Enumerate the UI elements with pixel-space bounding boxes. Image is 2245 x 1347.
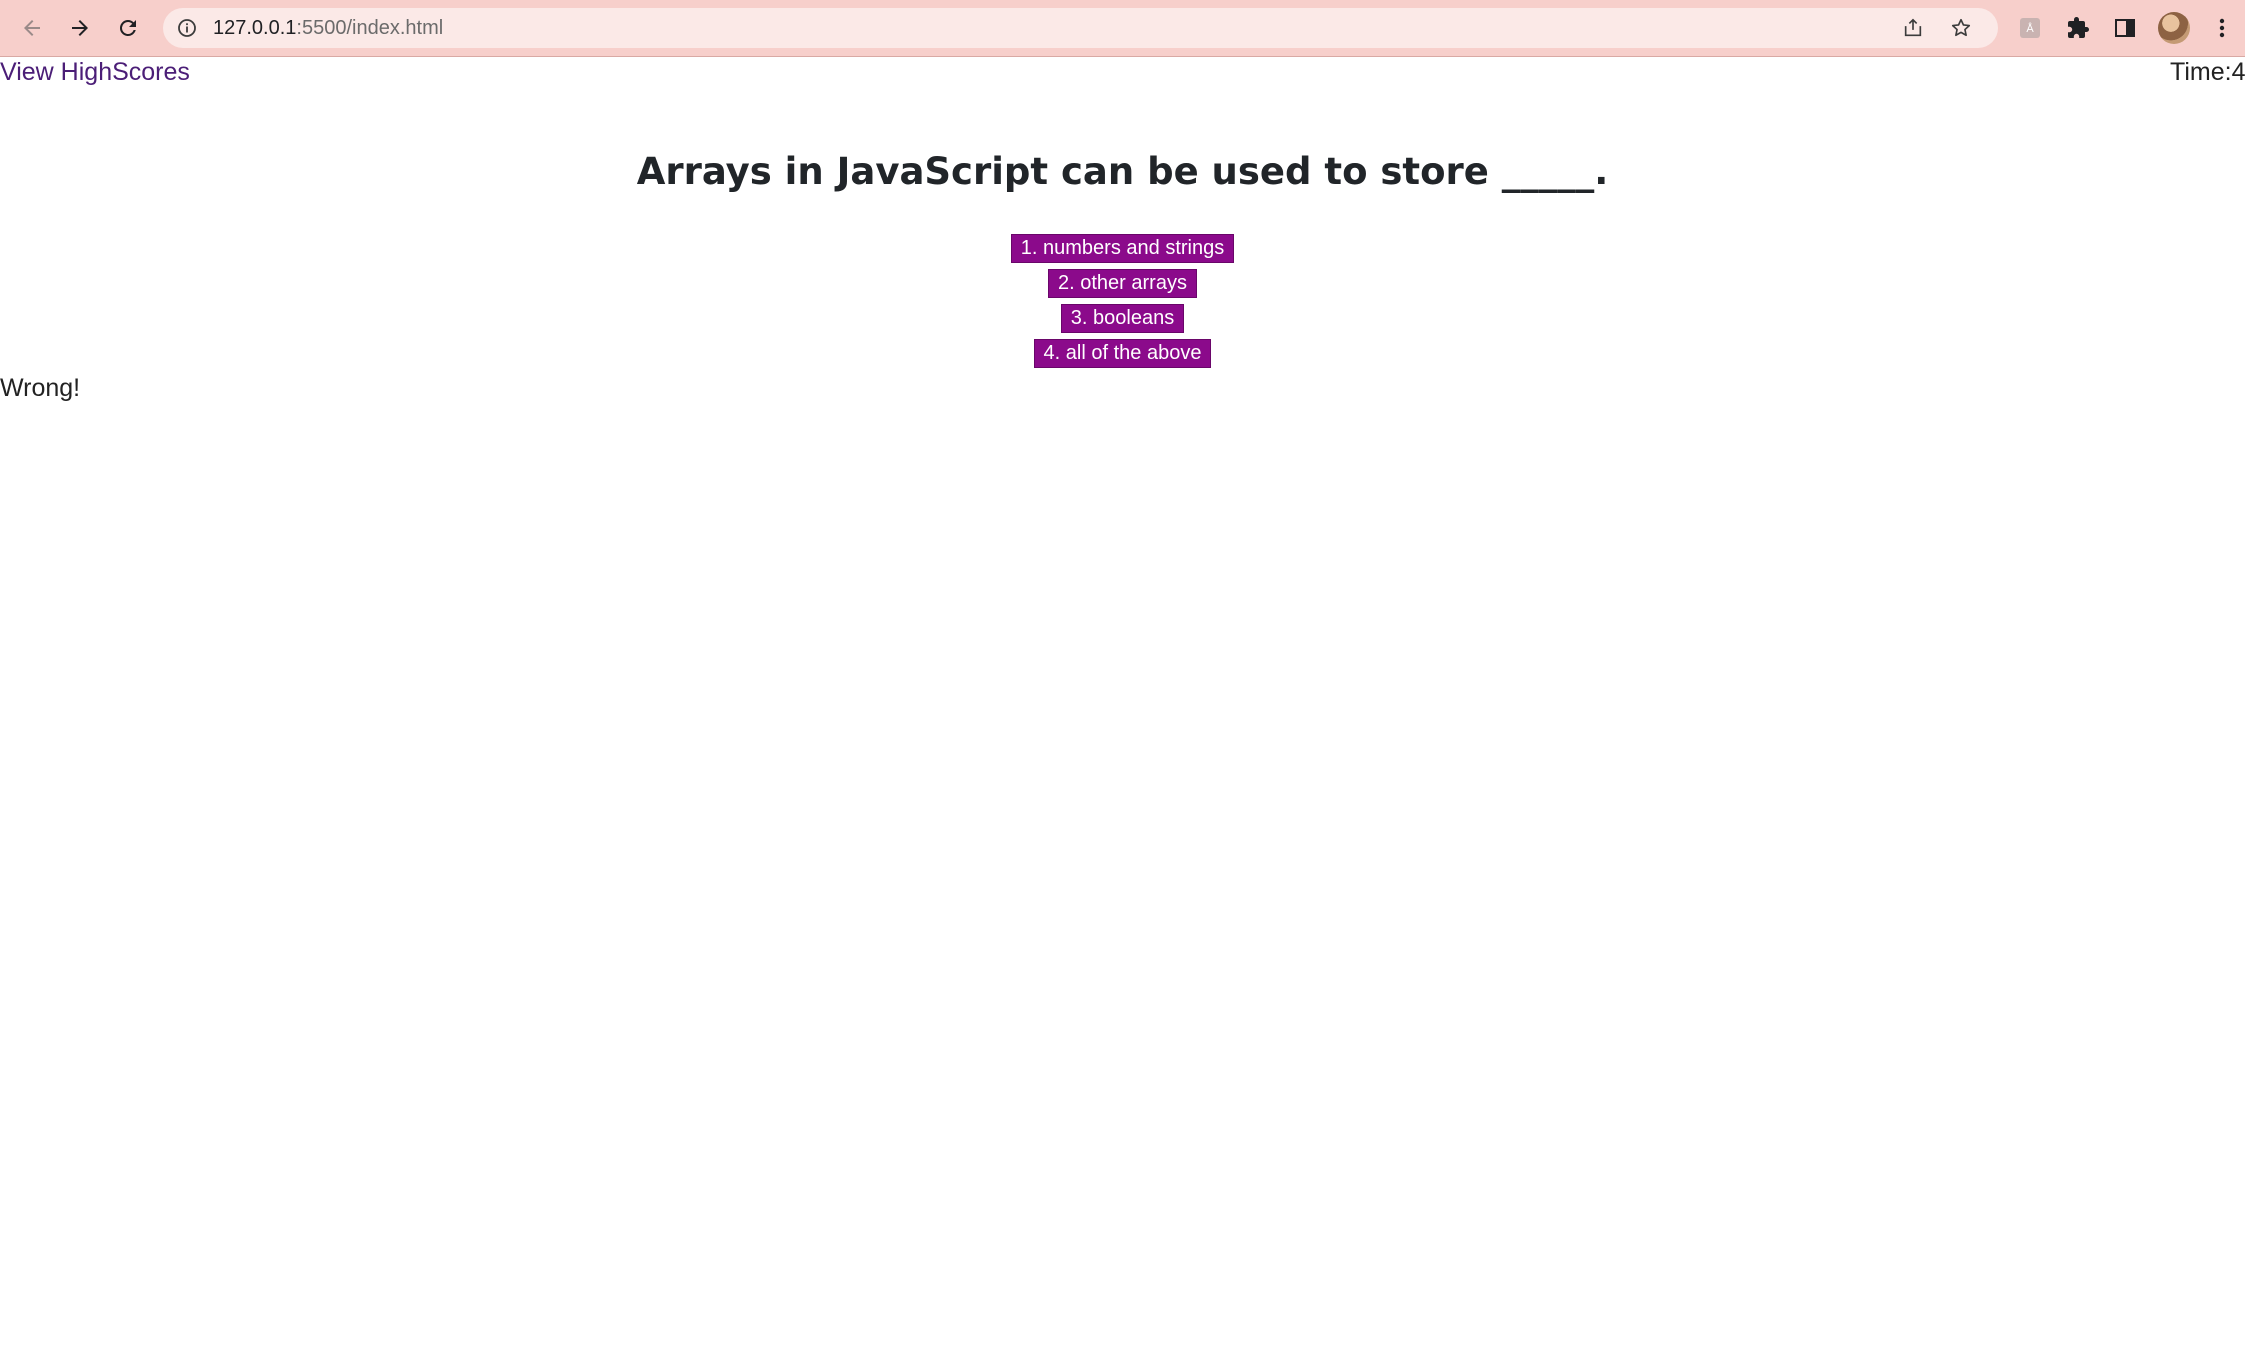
url-text[interactable]: 127.0.0.1:5500/index.html <box>213 8 443 48</box>
question-title: Arrays in JavaScript can be used to stor… <box>636 150 1609 193</box>
url-path: :5500/index.html <box>296 17 444 39</box>
extensions-menu-button[interactable] <box>2064 14 2092 42</box>
profile-avatar[interactable] <box>2158 12 2190 44</box>
browser-menu-button[interactable] <box>2208 14 2236 42</box>
answer-feedback: Wrong! <box>0 374 81 402</box>
view-highscores-link[interactable]: View HighScores <box>0 58 190 87</box>
back-button[interactable] <box>14 10 50 46</box>
forward-button[interactable] <box>62 10 98 46</box>
choice-button-3[interactable]: 3. booleans <box>1060 304 1185 333</box>
extension-button[interactable]: Å <box>2016 14 2044 42</box>
menu-icon <box>2219 18 2225 38</box>
side-panel-button[interactable] <box>2111 14 2139 42</box>
svg-text:Å: Å <box>2026 22 2034 35</box>
share-icon[interactable] <box>1902 17 1924 39</box>
star-icon[interactable] <box>1950 17 1972 39</box>
choice-button-4[interactable]: 4. all of the above <box>1033 339 1212 368</box>
browser-toolbar: 127.0.0.1:5500/index.html Å <box>0 0 2245 57</box>
back-icon <box>24 20 40 36</box>
info-icon[interactable] <box>177 18 197 38</box>
url-host: 127.0.0.1 <box>213 17 297 39</box>
reload-icon <box>119 19 136 36</box>
timer-display: Time:48 <box>2170 58 2245 86</box>
choice-button-2[interactable]: 2. other arrays <box>1048 269 1197 298</box>
answer-choices: 1. numbers and strings 2. other arrays 3… <box>0 234 2245 368</box>
forward-icon <box>72 20 88 36</box>
choice-button-1[interactable]: 1. numbers and strings <box>1010 234 1235 263</box>
extension-icon: Å <box>2020 18 2040 38</box>
puzzle-icon <box>2068 17 2089 38</box>
reload-button[interactable] <box>110 10 146 46</box>
side-panel-icon <box>2115 19 2135 37</box>
address-bar[interactable]: 127.0.0.1:5500/index.html <box>163 8 1998 48</box>
